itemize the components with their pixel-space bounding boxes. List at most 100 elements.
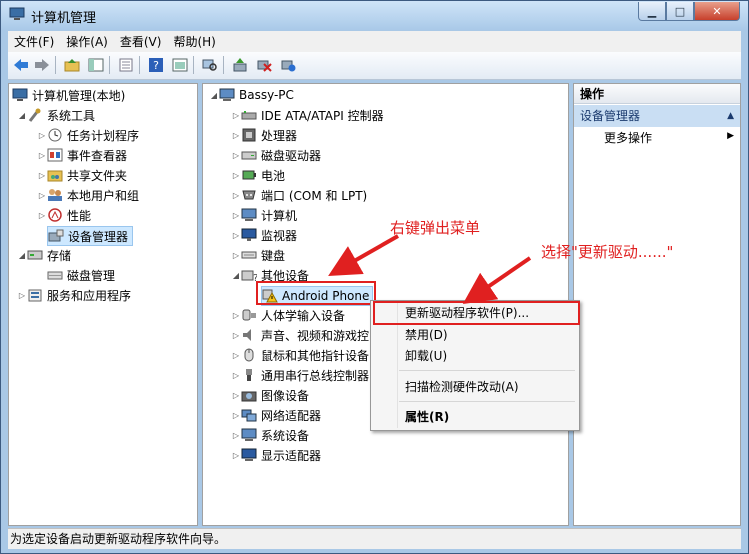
collapsed-arrow-icon[interactable]: ▷ <box>37 151 47 160</box>
collapsed-arrow-icon[interactable]: ▷ <box>37 191 47 200</box>
actions-section-label: 设备管理器 <box>580 109 641 123</box>
menu-disable[interactable]: 禁用(D) <box>405 325 448 345</box>
device-category[interactable]: ▷ 磁盘驱动器 <box>231 146 321 164</box>
collapsed-arrow-icon[interactable]: ▷ <box>231 151 241 160</box>
collapsed-arrow-icon[interactable]: ▷ <box>231 411 241 420</box>
collapsed-arrow-icon[interactable]: ▷ <box>231 331 241 340</box>
expanded-arrow-icon[interactable]: ◢ <box>17 111 27 120</box>
device-category[interactable]: ▷ 计算机 <box>231 206 297 224</box>
collapsed-arrow-icon[interactable]: ▷ <box>231 211 241 220</box>
disk-drive-icon <box>241 151 257 160</box>
tree-item-performance[interactable]: ▷ 性能 <box>37 206 91 224</box>
collapsed-arrow-icon[interactable]: ▷ <box>231 391 241 400</box>
device-label: 网络适配器 <box>261 408 322 423</box>
device-category[interactable]: ▷ 人体学输入设备 <box>231 306 345 324</box>
device-category[interactable]: ▷ 声音、视频和游戏控 <box>231 326 369 344</box>
expanded-arrow-icon[interactable]: ◢ <box>17 251 27 260</box>
uninstall-device-icon[interactable] <box>255 56 273 74</box>
collapsed-arrow-icon[interactable]: ▷ <box>37 131 47 140</box>
computer-management-icon <box>9 7 25 20</box>
properties-icon[interactable] <box>171 56 189 74</box>
device-category[interactable]: ▷ 电池 <box>231 166 285 184</box>
collapsed-arrow-icon[interactable]: ▷ <box>231 171 241 180</box>
other-device-icon: ? <box>241 270 257 282</box>
device-label: 通用串行总线控制器 <box>261 368 370 383</box>
back-arrow-icon[interactable] <box>12 56 30 74</box>
tree-item-disk-management[interactable]: 磁盘管理 <box>47 266 115 284</box>
annotation-select-update: 选择"更新驱动......" <box>541 243 674 261</box>
collapsed-arrow-icon[interactable]: ▷ <box>37 211 47 220</box>
forward-arrow-icon[interactable] <box>33 56 51 74</box>
computer-icon <box>219 88 235 101</box>
show-hide-tree-icon[interactable] <box>87 56 105 74</box>
collapsed-arrow-icon[interactable]: ▷ <box>231 371 241 380</box>
left-tree-panel[interactable]: 计算机管理(本地) ◢ 系统工具 ▷ 任务计划程序 ▷ 事件查看器 ▷ 共享文件… <box>8 83 198 526</box>
device-label: 显示适配器 <box>261 448 322 463</box>
more-actions-link[interactable]: 更多操作 <box>604 129 652 146</box>
collapsed-arrow-icon[interactable]: ▷ <box>231 131 241 140</box>
enable-device-icon[interactable] <box>279 56 297 74</box>
menu-uninstall[interactable]: 卸载(U) <box>405 346 447 366</box>
tree-item-device-manager[interactable]: 设备管理器 <box>47 226 134 246</box>
title-bar[interactable]: 计算机管理 ▁ □ ✕ <box>1 1 748 30</box>
actions-section-device-manager[interactable]: 设备管理器 ▲ <box>574 105 740 127</box>
submenu-arrow-icon[interactable]: ▶ <box>727 131 734 141</box>
update-driver-icon[interactable] <box>231 56 249 74</box>
menu-view[interactable]: 查看(V) <box>114 33 168 50</box>
device-category[interactable]: ▷ 处理器 <box>231 126 297 144</box>
collapsed-arrow-icon[interactable]: ▷ <box>231 431 241 440</box>
collapsed-arrow-icon[interactable]: ▷ <box>231 451 241 460</box>
tree-item-task-scheduler[interactable]: ▷ 任务计划程序 <box>37 126 139 144</box>
collapsed-arrow-icon[interactable]: ▷ <box>231 111 241 120</box>
device-category[interactable]: ▷ 通用串行总线控制器 <box>231 366 369 384</box>
device-label: 鼠标和其他指针设备 <box>261 348 370 363</box>
toolbar: ? <box>8 52 741 80</box>
device-label: 声音、视频和游戏控 <box>261 328 370 343</box>
collapsed-arrow-icon[interactable]: ▷ <box>231 351 241 360</box>
device-category[interactable]: ▷ 键盘 <box>231 246 285 264</box>
menu-help[interactable]: 帮助(H) <box>167 33 221 50</box>
tree-item-shared-folders[interactable]: ▷ 共享文件夹 <box>37 166 127 184</box>
speaker-icon <box>243 329 251 341</box>
scan-hardware-icon[interactable] <box>201 56 219 74</box>
menu-scan-hardware[interactable]: 扫描检测硬件改动(A) <box>405 377 519 397</box>
device-root[interactable]: ◢ Bassy-PC <box>209 86 294 104</box>
annotation-right-click: 右键弹出菜单 <box>390 219 481 237</box>
expanded-arrow-icon[interactable]: ◢ <box>209 91 219 100</box>
close-button[interactable]: ✕ <box>694 2 740 21</box>
collapsed-arrow-icon[interactable]: ▷ <box>231 191 241 200</box>
collapsed-arrow-icon[interactable]: ▷ <box>17 291 27 300</box>
collapse-up-icon[interactable]: ▲ <box>727 105 734 127</box>
tree-item-system-tools[interactable]: ◢ 系统工具 <box>17 106 95 124</box>
expanded-arrow-icon[interactable]: ◢ <box>231 271 241 280</box>
device-category[interactable]: ▷ 鼠标和其他指针设备 <box>231 346 369 364</box>
device-category[interactable]: ▷ 网络适配器 <box>231 406 321 424</box>
device-category[interactable]: ▷ 端口 (COM 和 LPT) <box>231 186 367 204</box>
more-actions-label: 更多操作 <box>604 131 653 145</box>
port-icon <box>242 190 256 200</box>
device-category[interactable]: ▷ 图像设备 <box>231 386 309 404</box>
tree-item-services-apps[interactable]: ▷ 服务和应用程序 <box>17 286 131 304</box>
tree-item-local-users[interactable]: ▷ 本地用户和组 <box>37 186 139 204</box>
device-category[interactable]: ▷ 系统设备 <box>231 426 309 444</box>
help-icon[interactable]: ? <box>147 56 165 74</box>
collapsed-arrow-icon[interactable]: ▷ <box>37 171 47 180</box>
menu-properties[interactable]: 属性(R) <box>405 407 449 427</box>
clock-icon <box>48 128 62 142</box>
collapsed-arrow-icon[interactable]: ▷ <box>231 251 241 260</box>
display-adapter-icon <box>241 448 257 461</box>
maximize-button[interactable]: □ <box>666 2 694 21</box>
tree-item-event-viewer[interactable]: ▷ 事件查看器 <box>37 146 127 164</box>
collapsed-arrow-icon[interactable]: ▷ <box>231 231 241 240</box>
menu-action[interactable]: 操作(A) <box>60 33 114 50</box>
device-category[interactable]: ▷ 监视器 <box>231 226 297 244</box>
minimize-button[interactable]: ▁ <box>638 2 666 21</box>
export-list-icon[interactable] <box>117 56 135 74</box>
menu-file[interactable]: 文件(F) <box>8 33 60 50</box>
collapsed-arrow-icon[interactable]: ▷ <box>231 311 241 320</box>
device-category[interactable]: ▷ 显示适配器 <box>231 446 321 464</box>
tree-root[interactable]: 计算机管理(本地) <box>12 86 125 104</box>
up-folder-icon[interactable] <box>63 56 81 74</box>
tree-item-storage[interactable]: ◢ 存储 <box>17 246 71 264</box>
device-category[interactable]: ▷ IDE ATA/ATAPI 控制器 <box>231 106 384 124</box>
